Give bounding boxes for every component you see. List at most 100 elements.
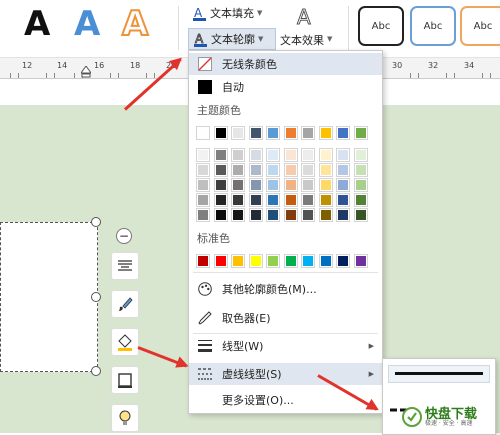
theme-color-swatch[interactable] (196, 126, 210, 140)
dash-option-solid[interactable] (388, 365, 490, 383)
theme-shade-swatch[interactable] (213, 163, 228, 177)
theme-shade-swatch[interactable] (336, 193, 350, 207)
theme-shade-swatch[interactable] (283, 163, 298, 177)
theme-color-swatch[interactable] (283, 126, 298, 140)
theme-shade-swatch[interactable] (353, 208, 368, 222)
theme-shade-swatch[interactable] (266, 178, 280, 192)
theme-color-swatch[interactable] (318, 126, 333, 140)
layout-options-button[interactable] (111, 252, 139, 280)
shape-effects-button[interactable] (111, 404, 139, 432)
resize-handle[interactable] (91, 366, 101, 376)
standard-color-swatch[interactable] (266, 254, 280, 268)
theme-shade-swatch[interactable] (196, 163, 210, 177)
theme-color-swatch[interactable] (336, 126, 350, 140)
theme-color-swatch[interactable] (353, 126, 368, 140)
paint-bucket-icon (118, 334, 132, 351)
shape-outline-button[interactable] (111, 366, 139, 394)
theme-color-swatch[interactable] (301, 126, 315, 140)
theme-shade-swatch[interactable] (336, 178, 350, 192)
theme-shade-swatch[interactable] (318, 193, 333, 207)
theme-shade-swatch[interactable] (196, 178, 210, 192)
theme-shade-swatch[interactable] (301, 193, 315, 207)
theme-shade-swatch[interactable] (231, 178, 245, 192)
theme-shade-swatch[interactable] (353, 193, 368, 207)
selected-textbox[interactable] (0, 222, 98, 372)
standard-color-swatch[interactable] (248, 254, 263, 268)
theme-shade-swatch[interactable] (231, 163, 245, 177)
theme-shade-swatch[interactable] (336, 163, 350, 177)
shape-style-button[interactable] (111, 290, 139, 318)
theme-shade-swatch[interactable] (353, 178, 368, 192)
menu-item-no-line[interactable]: 无线条颜色 (189, 53, 382, 75)
shape-style-orange[interactable]: Abc (460, 6, 500, 46)
text-effect-button[interactable]: A 文本效果 ▼ (280, 4, 340, 50)
wordart-style-blue[interactable]: A (74, 4, 100, 44)
standard-color-swatch[interactable] (301, 254, 315, 268)
theme-shade-swatch[interactable] (336, 208, 350, 222)
menu-item-line-type[interactable]: 线型(W) ▶ (189, 335, 382, 357)
wordart-style-orange-outline[interactable]: A (121, 3, 149, 45)
theme-shade-swatch[interactable] (266, 193, 280, 207)
theme-shade-swatch[interactable] (248, 178, 263, 192)
menu-item-auto[interactable]: 自动 (189, 76, 382, 98)
theme-color-swatch[interactable] (213, 126, 228, 140)
resize-handle[interactable] (91, 217, 101, 227)
menu-item-eyedropper[interactable]: 取色器(E) (189, 307, 382, 329)
theme-shade-swatch[interactable] (318, 163, 333, 177)
theme-shade-swatch[interactable] (283, 178, 298, 192)
menu-item-more-colors[interactable]: 其他轮廓颜色(M)... (189, 278, 382, 300)
theme-shade-swatch[interactable] (248, 163, 263, 177)
standard-color-swatch[interactable] (336, 254, 350, 268)
theme-shade-swatch[interactable] (318, 178, 333, 192)
theme-shade-swatch[interactable] (248, 193, 263, 207)
theme-shade-swatch[interactable] (353, 148, 368, 162)
theme-shade-swatch[interactable] (231, 193, 245, 207)
theme-shade-swatch[interactable] (213, 148, 228, 162)
theme-shade-swatch[interactable] (213, 208, 228, 222)
theme-color-swatch[interactable] (266, 126, 280, 140)
theme-shade-swatch[interactable] (213, 178, 228, 192)
theme-shade-swatch[interactable] (248, 208, 263, 222)
theme-shade-swatch[interactable] (213, 193, 228, 207)
resize-handle[interactable] (91, 292, 101, 302)
theme-shade-swatch[interactable] (231, 208, 245, 222)
text-outline-button[interactable]: A 文本轮廓 ▼ (188, 28, 276, 50)
indent-marker-icon[interactable] (81, 66, 91, 78)
theme-shade-swatch[interactable] (196, 193, 210, 207)
standard-color-swatch[interactable] (213, 254, 228, 268)
theme-shade-swatch[interactable] (231, 148, 245, 162)
collapse-icon[interactable]: − (116, 228, 132, 244)
theme-shade-swatch[interactable] (196, 148, 210, 162)
theme-shade-swatch[interactable] (301, 178, 315, 192)
shape-style-blue[interactable]: Abc (410, 6, 456, 46)
theme-shade-swatch[interactable] (301, 148, 315, 162)
wordart-style-black[interactable]: A (24, 4, 50, 44)
standard-color-swatch[interactable] (283, 254, 298, 268)
menu-item-more-settings[interactable]: 更多设置(O)... (189, 389, 382, 411)
theme-color-swatch[interactable] (231, 126, 245, 140)
standard-color-swatch[interactable] (231, 254, 245, 268)
theme-shade-swatch[interactable] (266, 148, 280, 162)
theme-shade-swatch[interactable] (336, 148, 350, 162)
theme-shade-swatch[interactable] (266, 208, 280, 222)
theme-shade-swatch[interactable] (283, 193, 298, 207)
standard-color-swatch[interactable] (318, 254, 333, 268)
theme-color-swatch[interactable] (248, 126, 263, 140)
theme-shade-swatch[interactable] (353, 163, 368, 177)
theme-shade-swatch[interactable] (196, 208, 210, 222)
theme-shade-swatch[interactable] (318, 148, 333, 162)
shape-fill-button[interactable] (111, 328, 139, 356)
standard-color-swatch[interactable] (196, 254, 210, 268)
shape-style-black[interactable]: Abc (358, 6, 404, 46)
menu-item-dash-type[interactable]: 虚线线型(S) ▶ (189, 363, 382, 385)
theme-shade-swatch[interactable] (266, 163, 280, 177)
text-fill-label: 文本填充 (210, 7, 254, 20)
theme-shade-swatch[interactable] (283, 148, 298, 162)
theme-shade-swatch[interactable] (301, 163, 315, 177)
standard-color-swatch[interactable] (353, 254, 368, 268)
theme-shade-swatch[interactable] (301, 208, 315, 222)
theme-shade-swatch[interactable] (248, 148, 263, 162)
theme-shade-swatch[interactable] (283, 208, 298, 222)
text-fill-button[interactable]: A 文本填充 ▼ (192, 5, 262, 21)
theme-shade-swatch[interactable] (318, 208, 333, 222)
